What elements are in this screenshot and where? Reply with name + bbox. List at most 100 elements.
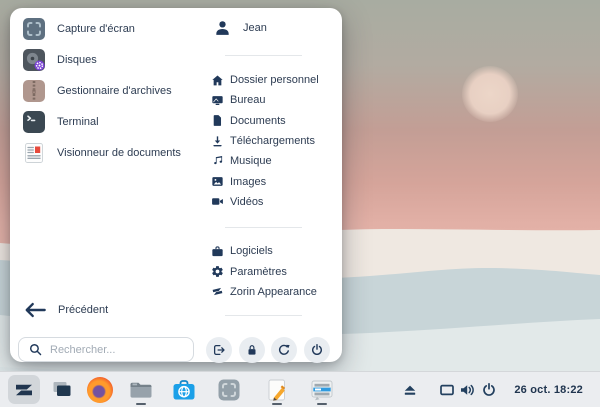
place-item-music[interactable]: Musique (210, 151, 342, 171)
restart-icon (278, 344, 290, 355)
running-indicator (317, 402, 327, 405)
menu-item-zorin-appearance[interactable]: Zorin Appearance (210, 282, 342, 302)
app-item-archive-manager[interactable]: Gestionnaire d'archives (22, 75, 204, 106)
menu-item-label: Paramètres (230, 265, 287, 278)
place-item-label: Téléchargements (230, 135, 315, 148)
back-button[interactable]: Précédent (24, 300, 108, 320)
terminal-app-icon (23, 110, 45, 133)
menu-item-settings[interactable]: Paramètres (210, 261, 342, 281)
user-menu-item[interactable]: Jean (210, 16, 342, 40)
video-camera-icon (212, 198, 223, 206)
session-buttons (206, 337, 330, 363)
divider (225, 55, 302, 56)
desktop-icon (212, 96, 223, 105)
power-tray-icon[interactable] (481, 382, 497, 398)
place-item-home[interactable]: Dossier personnel (210, 70, 342, 90)
app-item-screenshot[interactable]: Capture d'écran (22, 13, 204, 44)
logout-button[interactable] (206, 337, 232, 363)
task-view-icon (53, 382, 71, 396)
display-icon (440, 384, 454, 396)
place-item-pictures[interactable]: Images (210, 171, 342, 191)
place-item-label: Musique (230, 155, 272, 168)
app-item-terminal[interactable]: Terminal (22, 106, 204, 137)
place-item-label: Bureau (230, 94, 266, 107)
search-bar (18, 337, 194, 362)
place-item-label: Dossier personnel (230, 74, 319, 87)
places-list: Dossier personnel Bureau Documents Téléc… (210, 70, 342, 212)
power-icon (311, 344, 322, 355)
briefcase-icon (212, 246, 223, 256)
restart-button[interactable] (271, 337, 297, 363)
place-item-videos[interactable]: Vidéos (210, 192, 342, 212)
app-item-document-viewer[interactable]: Visionneur de documents (22, 137, 204, 168)
taskbar-screenshot-button[interactable] (216, 377, 242, 403)
home-icon (212, 75, 223, 86)
volume-tray-icon[interactable] (459, 382, 475, 398)
place-item-label: Documents (230, 114, 286, 127)
document-viewer-app-icon (25, 142, 43, 163)
taskbar-clock[interactable]: 26 oct. 18:22 (514, 372, 583, 407)
app-item-label: Disques (57, 53, 97, 66)
search-icon (29, 343, 42, 356)
divider (225, 227, 302, 229)
text-editor-icon (268, 379, 286, 401)
menu-item-software[interactable]: Logiciels (210, 241, 342, 261)
gear-icon (212, 266, 223, 277)
menu-item-label: Zorin Appearance (230, 285, 317, 298)
lock-icon (248, 345, 255, 355)
logout-icon (213, 344, 225, 356)
list-app-icon (311, 380, 333, 401)
back-label: Précédent (58, 304, 109, 316)
app-item-label: Gestionnaire d'archives (57, 84, 172, 97)
screenshot-tool-icon (218, 379, 240, 401)
taskbar: 26 oct. 18:22 (0, 371, 600, 407)
divider (225, 314, 302, 316)
display-tray-icon[interactable] (439, 382, 455, 398)
lock-button[interactable] (238, 337, 265, 363)
app-item-label: Terminal (57, 115, 99, 128)
image-icon (212, 177, 223, 186)
taskbar-software-button[interactable] (171, 377, 197, 403)
taskbar-list-app-button[interactable] (309, 377, 335, 403)
zorin-logo-icon (212, 288, 223, 296)
volume-icon (461, 384, 474, 396)
place-item-downloads[interactable]: Téléchargements (210, 131, 342, 151)
app-list: Capture d'écran Disques Gestionnaire d'a… (22, 13, 204, 168)
disks-app-icon (23, 48, 45, 71)
running-indicator (272, 402, 282, 405)
place-item-documents[interactable]: Documents (210, 111, 342, 131)
app-item-label: Visionneur de documents (57, 146, 181, 159)
place-item-label: Vidéos (230, 195, 264, 208)
desktop: Capture d'écran Disques Gestionnaire d'a… (0, 0, 600, 407)
taskbar-zorin-menu-button[interactable] (8, 375, 40, 404)
menu-item-label: Logiciels (230, 245, 273, 258)
place-item-label: Images (230, 175, 267, 188)
archive-manager-app-icon (23, 79, 45, 102)
back-arrow-icon (25, 302, 46, 318)
place-item-desktop[interactable]: Bureau (210, 90, 342, 110)
user-name: Jean (243, 22, 267, 34)
taskbar-text-editor-button[interactable] (264, 377, 290, 403)
system-list: Logiciels Paramètres Zorin Appearance (210, 241, 342, 302)
power-icon (483, 382, 495, 396)
running-indicator (136, 402, 146, 405)
screenshot-app-icon (23, 17, 45, 40)
taskbar-task-view-button[interactable] (49, 377, 75, 403)
app-item-label: Capture d'écran (57, 22, 135, 35)
app-item-disks[interactable]: Disques (22, 44, 204, 75)
taskbar-firefox-button[interactable] (87, 377, 113, 403)
files-folder-icon (130, 382, 152, 398)
user-avatar-icon (216, 20, 229, 35)
music-note-icon (214, 155, 223, 164)
eject-tray-icon[interactable] (402, 382, 418, 398)
download-icon (213, 135, 222, 146)
start-menu: Capture d'écran Disques Gestionnaire d'a… (10, 8, 342, 363)
zorin-menu-icon (16, 384, 32, 395)
moon (462, 66, 518, 122)
power-button[interactable] (303, 337, 330, 363)
search-input[interactable] (18, 337, 194, 362)
menu-right-column: Jean Dossier personnel Bureau Documents … (210, 8, 342, 316)
document-icon (213, 115, 222, 127)
eject-icon (404, 385, 416, 395)
taskbar-files-button[interactable] (128, 377, 154, 403)
